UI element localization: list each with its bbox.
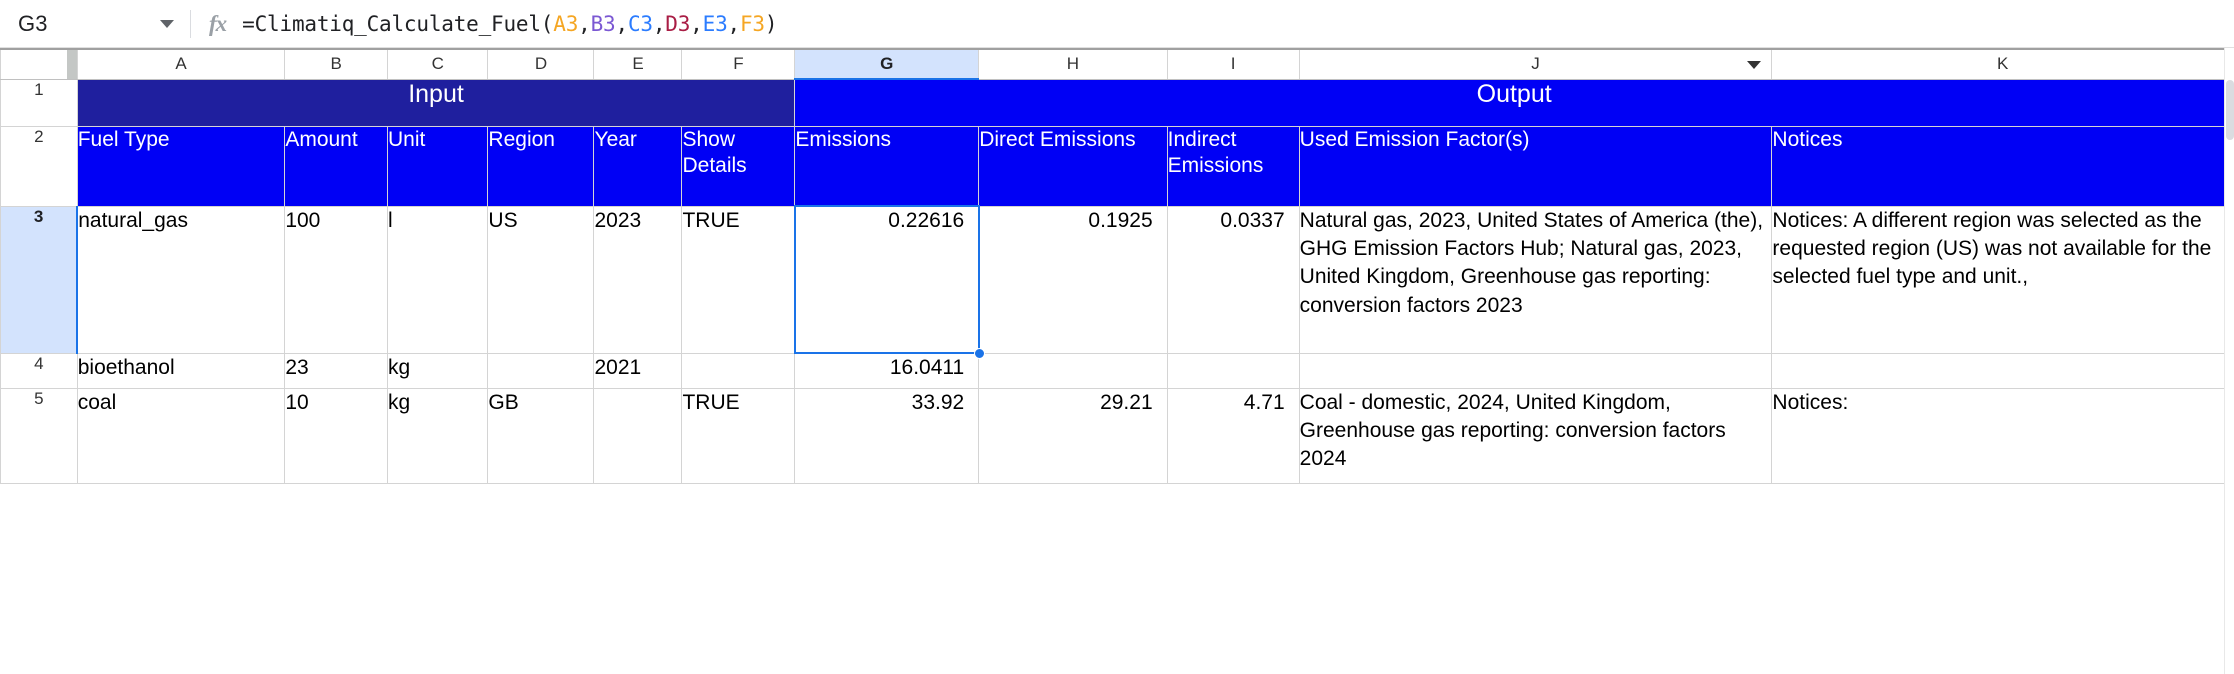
output-banner[interactable]: Output [794, 78, 2234, 127]
cell-direct-emissions-row5[interactable]: 29.21 [978, 387, 1168, 484]
sheet-row-1: 1 Input Output [0, 78, 2234, 127]
header-unit[interactable]: Unit [386, 125, 489, 207]
cell-notices-row4[interactable] [1771, 352, 2234, 389]
table-row: 4 bioethanol 23 kg 2021 16.0411 [0, 352, 2234, 389]
table-row: 3 natural_gas 100 l US 2023 TRUE 0.22616 0.1925 0… [0, 205, 2234, 354]
cell-show-details-row3[interactable]: TRUE [681, 205, 796, 354]
cell-direct-emissions-row3[interactable]: 0.1925 [978, 205, 1168, 354]
formula-ref-a3: A3 [553, 11, 579, 36]
formula-comma: , [690, 11, 703, 36]
cell-used-emission-factors-row5[interactable]: Coal - domestic, 2024, United Kingdom, G… [1298, 387, 1773, 484]
row-header-4[interactable]: 4 [0, 352, 78, 389]
cell-show-details-row4[interactable] [681, 352, 796, 389]
cell-year-row3[interactable]: 2023 [593, 205, 683, 354]
spreadsheet-grid[interactable]: ABCDEFGHIJK 1 Input Output 2 Fuel Type Amount… [0, 48, 2234, 674]
cell-emissions-row3[interactable]: 0.22616 [794, 205, 980, 354]
header-used-emission-factors[interactable]: Used Emission Factor(s) [1298, 125, 1773, 207]
column-header-h[interactable]: H [978, 48, 1168, 80]
formula-comma: , [578, 11, 591, 36]
cell-direct-emissions-row4[interactable] [978, 352, 1168, 389]
cell-amount-row3[interactable]: 100 [284, 205, 388, 354]
chevron-down-icon[interactable] [160, 19, 174, 28]
cell-unit-row3[interactable]: l [386, 205, 489, 354]
header-fuel-type[interactable]: Fuel Type [76, 125, 286, 207]
header-indirect-emissions[interactable]: Indirect Emissions [1166, 125, 1300, 207]
formula-ref-b3: B3 [590, 11, 616, 36]
cell-region-row4[interactable] [487, 352, 595, 389]
cell-fuel-type-row4[interactable]: bioethanol [76, 352, 286, 389]
cell-emissions-row5[interactable]: 33.92 [794, 387, 980, 484]
cell-fuel-type-row3[interactable]: natural_gas [76, 205, 286, 354]
formula-comma: , [615, 11, 628, 36]
row-header-5[interactable]: 5 [0, 387, 78, 484]
column-header-row: ABCDEFGHIJK [0, 48, 2234, 80]
row-header-1[interactable]: 1 [0, 78, 78, 127]
column-filter-caret-icon[interactable] [1747, 61, 1762, 70]
sheet-table: ABCDEFGHIJK 1 Input Output 2 Fuel Type Amount… [0, 48, 2234, 484]
header-direct-emissions[interactable]: Direct Emissions [978, 125, 1168, 207]
cell-indirect-emissions-row3[interactable]: 0.0337 [1166, 205, 1300, 354]
name-box-value: G3 [18, 10, 48, 36]
cell-unit-row4[interactable]: kg [386, 352, 489, 389]
header-region[interactable]: Region [487, 125, 595, 207]
header-notices[interactable]: Notices [1771, 125, 2234, 207]
divider [190, 9, 191, 38]
cell-amount-row4[interactable]: 23 [284, 352, 388, 389]
cell-used-emission-factors-row4[interactable] [1298, 352, 1773, 389]
cell-show-details-row5[interactable]: TRUE [681, 387, 796, 484]
header-emissions[interactable]: Emissions [794, 125, 980, 207]
header-amount[interactable]: Amount [284, 125, 388, 207]
cell-used-emission-factors-row3[interactable]: Natural gas, 2023, United States of Amer… [1298, 205, 1773, 354]
select-all-corner[interactable] [0, 48, 78, 80]
column-header-i[interactable]: I [1166, 48, 1300, 80]
formula-bar: G3 fx =Climatiq_Calculate_Fuel(A3,B3,C3,… [0, 0, 2234, 48]
formula-comma: , [652, 11, 666, 36]
formula-function-name: =Climatiq_Calculate_Fuel( [242, 11, 554, 36]
input-banner[interactable]: Input [76, 78, 796, 127]
cell-emissions-row4[interactable]: 16.0411 [794, 352, 980, 389]
column-header-d[interactable]: D [487, 48, 595, 80]
cell-indirect-emissions-row4[interactable] [1166, 352, 1300, 389]
table-row: 5 coal 10 kg GB TRUE 33.92 29.21 4.71 Coal - dome… [0, 387, 2234, 484]
formula-ref-f3: F3 [739, 11, 765, 36]
column-header-f[interactable]: F [681, 48, 796, 80]
column-header-c[interactable]: C [386, 48, 489, 80]
scrollbar-thumb[interactable] [2226, 80, 2234, 140]
formula-comma: , [727, 11, 741, 36]
header-year[interactable]: Year [593, 125, 683, 207]
header-show-details[interactable]: Show Details [681, 125, 796, 207]
column-header-k[interactable]: K [1771, 48, 2234, 80]
cell-notices-row5[interactable]: Notices: [1771, 387, 2234, 484]
column-header-g[interactable]: G [794, 48, 980, 80]
cell-region-row5[interactable]: GB [487, 387, 595, 484]
corner-accent [66, 51, 77, 78]
function-fx-icon[interactable]: fx [209, 11, 227, 37]
cell-amount-row5[interactable]: 10 [284, 387, 388, 484]
cell-fuel-type-row5[interactable]: coal [76, 387, 286, 484]
row-header-3[interactable]: 3 [0, 205, 79, 354]
sheet-row-2: 2 Fuel Type Amount Unit Region Year Show Detai… [0, 125, 2234, 207]
cell-indirect-emissions-row5[interactable]: 4.71 [1166, 387, 1300, 484]
name-box[interactable]: G3 [18, 11, 188, 37]
column-header-a[interactable]: A [76, 48, 286, 80]
formula-ref-e3: E3 [702, 11, 728, 36]
cell-year-row4[interactable]: 2021 [593, 352, 683, 389]
formula-ref-d3: D3 [665, 11, 691, 36]
formula-input[interactable]: =Climatiq_Calculate_Fuel(A3,B3,C3,D3,E3,… [242, 12, 777, 36]
column-header-b[interactable]: B [284, 48, 388, 80]
cell-year-row5[interactable] [593, 387, 683, 484]
fill-handle[interactable] [973, 348, 985, 359]
formula-ref-c3: C3 [627, 11, 653, 36]
column-header-j[interactable]: J [1298, 48, 1773, 80]
vertical-scrollbar[interactable] [2224, 48, 2234, 674]
cell-notices-row3[interactable]: Notices: A different region was selected… [1771, 205, 2234, 354]
formula-close-paren: ) [764, 11, 778, 36]
row-header-2[interactable]: 2 [0, 125, 78, 207]
cell-unit-row5[interactable]: kg [386, 387, 489, 484]
column-header-e[interactable]: E [593, 48, 683, 80]
cell-region-row3[interactable]: US [487, 205, 595, 354]
